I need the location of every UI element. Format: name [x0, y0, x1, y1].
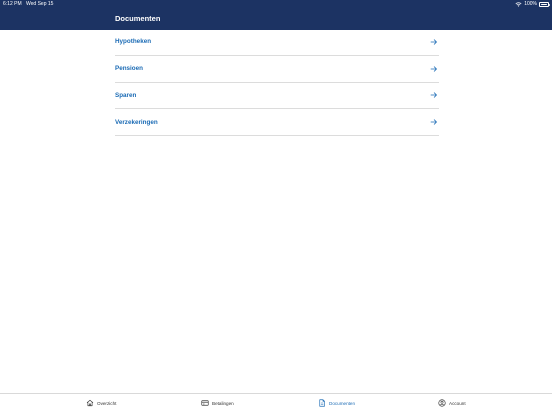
tab-label: Documenten [329, 400, 356, 406]
document-icon [319, 399, 325, 407]
tab-label: Overzicht [97, 400, 117, 406]
home-icon [86, 399, 94, 407]
tab-label: Betalingen [212, 400, 234, 406]
document-item-verzekeringen[interactable]: Verzekeringen [115, 109, 439, 137]
user-icon [438, 399, 446, 407]
battery-icon [539, 2, 550, 7]
document-item-label: Pensioen [115, 65, 143, 73]
status-date: Wed Sep 15 [26, 1, 54, 7]
arrow-right-icon [430, 119, 437, 125]
document-category-list: Hypotheken Pensioen Sparen Verzekeringen [115, 29, 439, 137]
document-item-hypotheken[interactable]: Hypotheken [115, 29, 439, 56]
status-time: 6:12 PM [3, 1, 22, 7]
card-icon [201, 400, 209, 406]
wifi-icon [515, 2, 522, 7]
arrow-right-icon [430, 39, 437, 45]
document-item-sparen[interactable]: Sparen [115, 83, 439, 110]
document-item-label: Hypotheken [115, 38, 152, 46]
page-title: Documenten [115, 14, 161, 23]
tab-overzicht[interactable]: Overzicht [86, 399, 116, 407]
document-item-label: Sparen [115, 91, 137, 99]
top-header: 6:12 PM Wed Sep 15 100% Documenten [0, 0, 552, 30]
arrow-right-icon [430, 92, 437, 99]
status-bar: 6:12 PM Wed Sep 15 100% [0, 0, 552, 9]
document-item-label: Verzekeringen [115, 118, 158, 126]
bottom-tab-bar: Overzicht Betalingen Documenten Account [0, 393, 552, 414]
tab-betalingen[interactable]: Betalingen [201, 399, 234, 407]
document-item-pensioen[interactable]: Pensioen [115, 56, 439, 83]
status-indicators: 100% [515, 0, 550, 9]
tab-account[interactable]: Account [438, 399, 466, 407]
tab-documenten[interactable]: Documenten [318, 399, 355, 407]
arrow-right-icon [430, 66, 437, 72]
battery-percentage: 100% [524, 1, 537, 7]
tab-label: Account [449, 400, 466, 406]
